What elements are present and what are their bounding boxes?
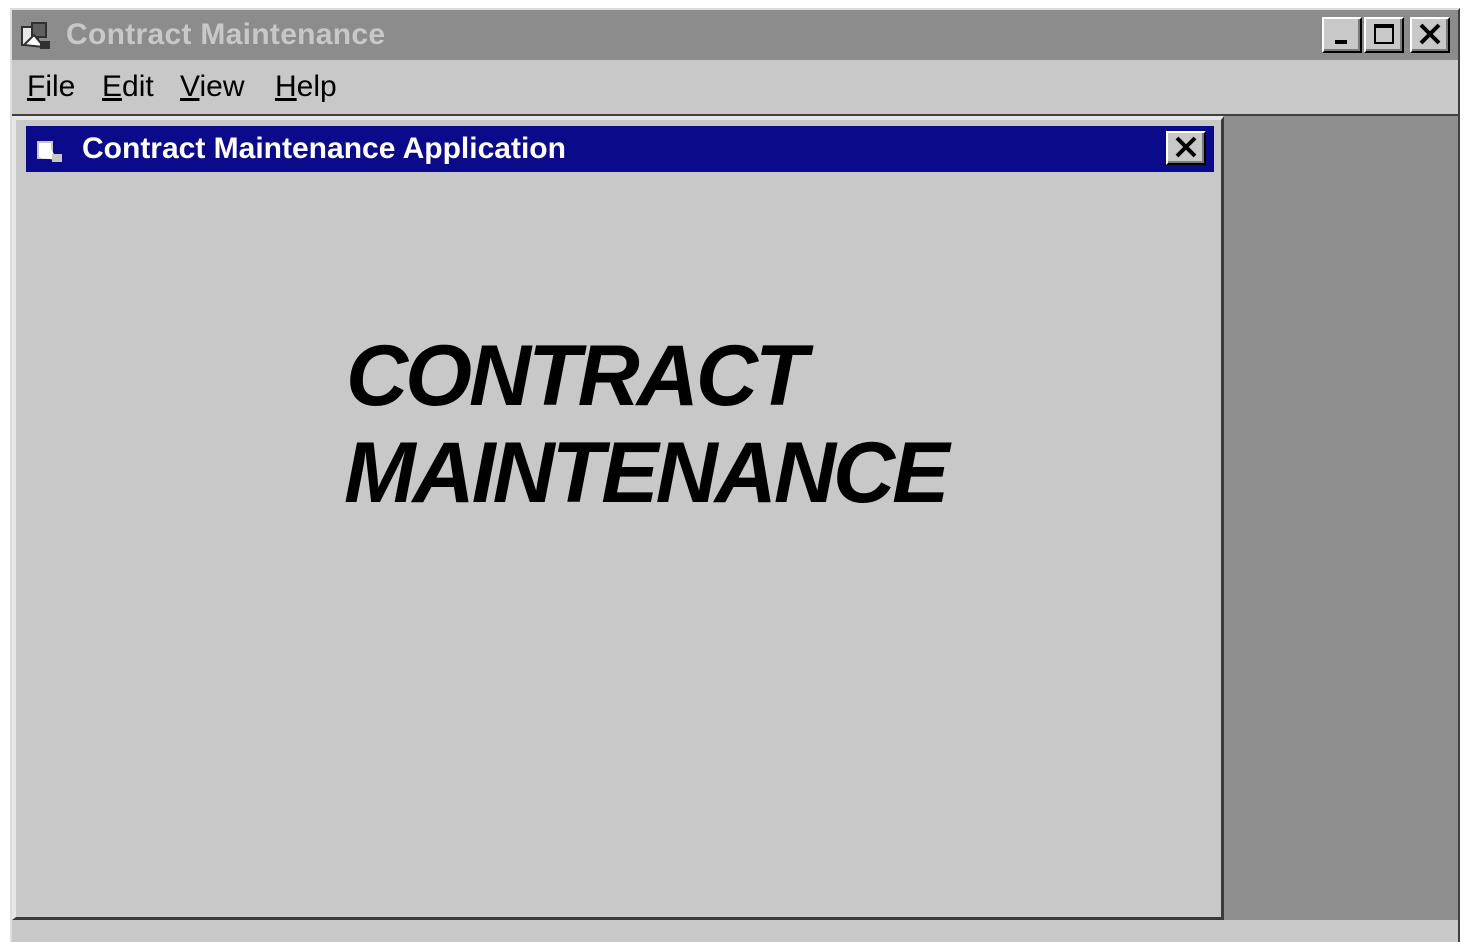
menu-file[interactable]: File [27, 70, 75, 104]
child-title: Contract Maintenance Application [82, 132, 566, 165]
app-window: Contract Maintenance File Edit View Help [10, 8, 1460, 942]
minimize-icon [1335, 40, 1347, 44]
close-icon [1175, 136, 1197, 158]
status-area [12, 920, 1458, 942]
close-button[interactable] [1410, 17, 1450, 53]
close-icon [1419, 23, 1441, 45]
menu-help[interactable]: Help [275, 70, 337, 104]
mdi-client-area: Contract Maintenance Application CONTRAC… [12, 114, 1458, 942]
maximize-button[interactable] [1364, 17, 1404, 53]
maximize-icon [1374, 24, 1394, 44]
contract-app-icon[interactable] [20, 21, 54, 51]
child-titlebar[interactable]: Contract Maintenance Application [26, 126, 1214, 172]
menu-edit[interactable]: Edit [102, 70, 154, 104]
splash-title-line-1: CONTRACT [346, 328, 807, 424]
app-titlebar[interactable]: Contract Maintenance [12, 10, 1458, 60]
menu-view[interactable]: View [180, 70, 244, 104]
app-title: Contract Maintenance [66, 18, 386, 51]
splash-title-line-2: MAINTENANCE [344, 425, 949, 521]
menubar: File Edit View Help [12, 60, 1458, 112]
contract-app-icon[interactable] [36, 136, 66, 164]
child-close-button[interactable] [1166, 131, 1206, 165]
minimize-button[interactable] [1322, 17, 1362, 53]
child-window: Contract Maintenance Application CONTRAC… [12, 116, 1224, 920]
